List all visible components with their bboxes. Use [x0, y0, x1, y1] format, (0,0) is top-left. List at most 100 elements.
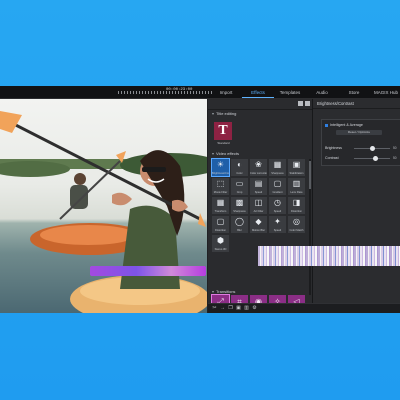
grid-view-icon[interactable]: [298, 101, 303, 106]
effect-label: Stereo 3D: [214, 248, 227, 251]
chevron-down-icon: ▾: [212, 289, 215, 294]
video-effects-section[interactable]: ▾ Video effects: [208, 150, 316, 158]
drop-icon: ◆: [255, 217, 262, 226]
lens-icon: ◎: [293, 217, 300, 226]
sharpness-icon: ▦: [273, 160, 282, 169]
tab-import[interactable]: Import: [210, 87, 242, 98]
effect-tile[interactable]: ◷ Speed: [269, 197, 286, 214]
effect-tile[interactable]: ▣ Stabilization: [288, 159, 305, 176]
color-correction-icon: ❀: [255, 160, 262, 169]
image-icon: ▤: [254, 179, 263, 188]
effects-scrollbar[interactable]: [309, 159, 311, 295]
effect-tile[interactable]: ▦ Transform: [212, 197, 229, 214]
effect-label: Sharpness: [271, 172, 284, 175]
effect-label: Blur: [237, 229, 242, 232]
effect-tile[interactable]: ◫ Art Filter: [250, 197, 267, 214]
contrast-slider[interactable]: [354, 156, 390, 161]
paste-icon[interactable]: ▣: [236, 306, 241, 311]
trash-icon[interactable]: ▥: [244, 306, 249, 311]
display-icon: ▣: [292, 160, 301, 169]
effect-tile[interactable]: ☀ Brightness/Contrast: [211, 158, 230, 177]
title-editing-section[interactable]: ▾ Title editing: [208, 110, 312, 118]
timeline-track[interactable]: [258, 246, 400, 266]
settings-icon[interactable]: ⚙: [252, 306, 257, 311]
timecode: 00:00:23:00: [166, 88, 193, 92]
video-editor-window: 00:00:23:00 Import Effects Templates Aud…: [0, 86, 400, 313]
panel-header: [208, 99, 312, 110]
effect-tile[interactable]: ◎ Color Match: [288, 216, 305, 233]
effect-tile[interactable]: ▥ Lens Flare: [288, 178, 305, 195]
brightness-slider[interactable]: [354, 146, 390, 151]
brightness-settings: Intelligent & Average Reset / Optimize B…: [321, 119, 400, 166]
hexagon-icon: ⬢: [217, 236, 224, 245]
effect-tile[interactable]: ✦ Speed: [269, 216, 286, 233]
effect-label: Motion Blur: [251, 229, 266, 232]
puzzle-icon: ◨: [292, 198, 301, 207]
fire-icon: ✦: [274, 217, 281, 226]
effect-label: Brightness/Contrast: [212, 172, 229, 175]
tab-templates[interactable]: Templates: [274, 87, 306, 98]
filter-icon: ⬚: [216, 179, 225, 188]
effect-tile[interactable]: ❀ Color correction: [250, 159, 267, 176]
top-bar: 00:00:23:00 Import Effects Templates Aud…: [0, 86, 400, 99]
effect-label: Crop: [236, 191, 243, 194]
slider-knob[interactable]: [369, 146, 375, 151]
video-preview[interactable]: [0, 99, 207, 313]
tab-magix-hub[interactable]: MAGIX Hub: [370, 87, 400, 98]
bottom-toolbar: ✂ → ❐ ▣ ▥ ⚙: [208, 303, 400, 313]
checkbox-icon: [325, 123, 328, 127]
effect-tile[interactable]: ◐ Color: [231, 159, 248, 176]
effect-tile[interactable]: ▢ Gradient: [269, 178, 286, 195]
copy-icon[interactable]: ❐: [228, 306, 233, 311]
properties-panel: Brightness/Contrast Intelligent & Averag…: [313, 99, 400, 313]
title-t-icon: T: [214, 122, 232, 140]
contrast-value: 50: [393, 156, 397, 160]
reset-button[interactable]: Reset / Optimize: [336, 130, 382, 135]
effects-panel: ▾ Title editing T Standard ▾ Video effects…: [208, 99, 313, 313]
properties-title: Brightness/Contrast: [313, 99, 400, 109]
effect-tile[interactable]: ◯ Blur: [231, 216, 248, 233]
mosaic-icon: ▩: [235, 198, 244, 207]
title-standard-tile[interactable]: T Standard: [213, 122, 234, 148]
video-clip-highlight: [90, 266, 206, 276]
tab-store[interactable]: Store: [338, 87, 370, 98]
auto-checkbox[interactable]: Intelligent & Average: [325, 123, 363, 127]
effect-tile[interactable]: ⬢ Stereo 3D: [212, 235, 229, 252]
arrow-icon[interactable]: →: [220, 306, 225, 311]
effect-label: Art Filter: [253, 210, 264, 213]
tab-audio[interactable]: Audio: [306, 87, 338, 98]
effect-label: Sharpness: [233, 210, 246, 213]
effect-label: Stabilization: [289, 172, 304, 175]
effect-label: Movie Filter: [213, 191, 228, 194]
effect-tile[interactable]: ▤ Speed: [250, 178, 267, 195]
effect-label: Distortion: [215, 229, 226, 232]
effect-tile[interactable]: ⬚ Movie Filter: [212, 178, 229, 195]
effect-label: Color: [236, 172, 243, 175]
grid-icon: ▦: [216, 198, 225, 207]
chevron-down-icon: ▾: [212, 111, 215, 116]
effect-label: Transform: [214, 210, 227, 213]
effect-label: Lens Flare: [290, 191, 303, 194]
slider-knob[interactable]: [372, 156, 378, 161]
clock-icon: ◷: [274, 198, 281, 207]
shape-icon: ▢: [216, 217, 225, 226]
chevron-down-icon: ▾: [212, 151, 215, 156]
tab-effects[interactable]: Effects: [242, 87, 274, 98]
effect-tile[interactable]: ◆ Motion Blur: [250, 216, 267, 233]
contrast-label: Contrast: [325, 156, 339, 160]
effect-label: Color Match: [289, 229, 304, 232]
effect-label: Gradient: [272, 191, 283, 194]
effect-tile[interactable]: ◨ Distortion: [288, 197, 305, 214]
effect-tile[interactable]: ▢ Distortion: [212, 216, 229, 233]
frame-icon: ▢: [273, 179, 282, 188]
chart-icon: ▥: [292, 179, 301, 188]
effect-tile[interactable]: ▭ Crop: [231, 178, 248, 195]
effect-tile[interactable]: ▩ Sharpness: [231, 197, 248, 214]
list-view-icon[interactable]: [305, 101, 310, 106]
effect-label: Color correction: [250, 172, 267, 175]
effect-label: Speed: [273, 210, 282, 213]
effects-grid: ☀ Brightness/Contrast ◐ Color ❀ Color correct…: [211, 158, 308, 252]
effect-tile[interactable]: ▦ Sharpness: [269, 159, 286, 176]
scrollbar-thumb[interactable]: [309, 161, 311, 189]
cut-icon[interactable]: ✂: [212, 306, 217, 311]
